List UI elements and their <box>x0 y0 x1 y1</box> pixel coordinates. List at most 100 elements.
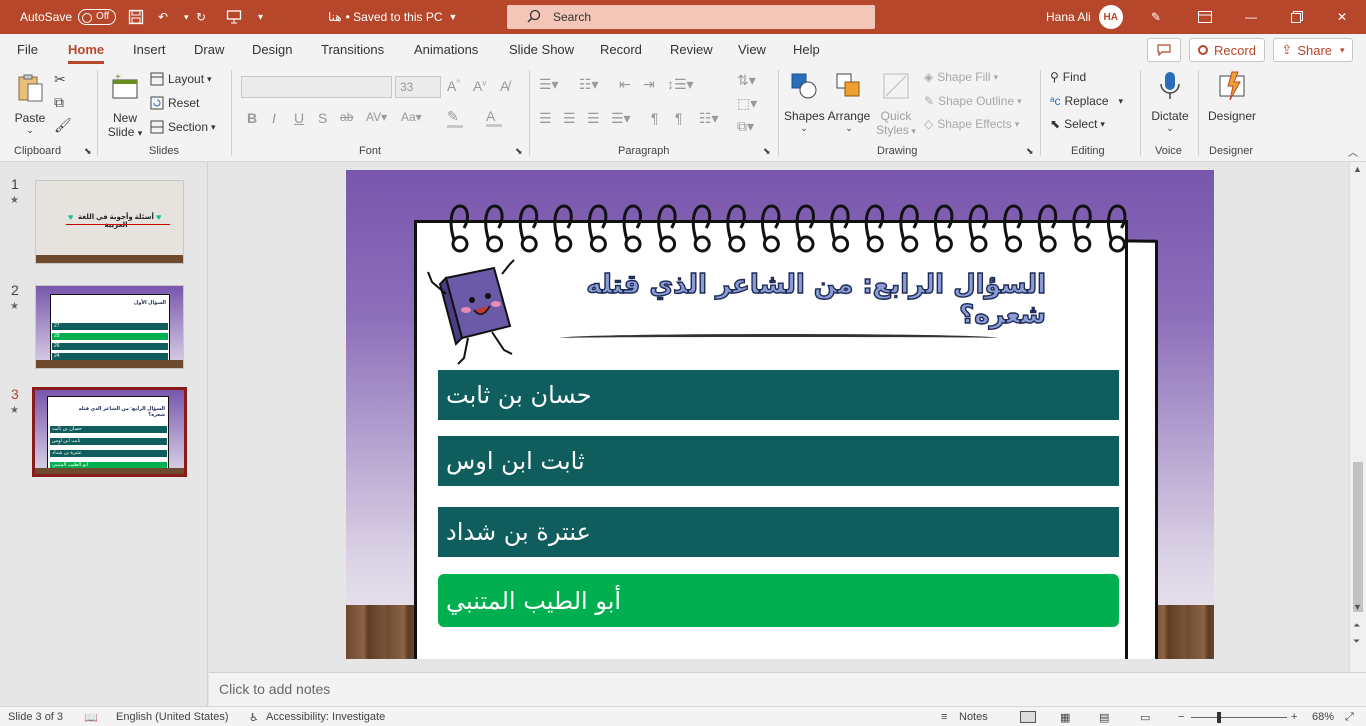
clear-formatting-icon[interactable]: A̸ <box>500 78 509 94</box>
undo-icon[interactable]: ↶ <box>158 0 168 34</box>
section-button[interactable]: Section ▾ <box>150 120 216 134</box>
pen-icon[interactable]: ✎ <box>1151 0 1161 34</box>
cut-icon[interactable]: ✂ <box>54 71 66 88</box>
rtl-icon[interactable]: ¶ <box>675 110 683 126</box>
new-slide-button[interactable]: + New Slide ▾ <box>104 72 146 139</box>
slide-thumbnail-3[interactable]: السؤال الرابع: من الشاعر الذي قتله شعره؟… <box>32 387 187 477</box>
tab-animations[interactable]: Animations <box>414 42 478 57</box>
format-painter-icon[interactable]: 🖌 <box>54 117 72 134</box>
decrease-indent-icon[interactable]: ⇤ <box>619 76 631 93</box>
answer-option-correct[interactable]: أبو الطيب المتنبي <box>438 574 1119 627</box>
normal-view-icon[interactable] <box>1020 711 1036 723</box>
minimize-icon[interactable]: — <box>1245 0 1257 34</box>
select-button[interactable]: ⬉ Select ▾ <box>1050 117 1105 131</box>
quick-styles-button[interactable]: Quick Styles ▾ <box>874 70 918 137</box>
answer-option-3[interactable]: عنترة بن شداد <box>438 507 1119 557</box>
dialog-launcher-icon[interactable]: ⬊ <box>515 146 523 157</box>
tab-slide-show[interactable]: Slide Show <box>509 42 574 57</box>
shadow-button[interactable]: S <box>318 110 327 126</box>
columns-icon[interactable]: ☷▾ <box>699 110 719 127</box>
collapse-ribbon-icon[interactable]: ︿ <box>1348 144 1358 159</box>
arrange-button[interactable]: Arrange ⌄ <box>826 70 872 134</box>
shape-outline-button[interactable]: ✎ Shape Outline ▾ <box>924 94 1022 108</box>
reading-view-icon[interactable]: ▤ <box>1099 711 1109 724</box>
change-case-icon[interactable]: Aa▾ <box>401 110 422 124</box>
tab-home[interactable]: Home <box>68 42 105 64</box>
redo-icon[interactable]: ↻ <box>196 0 206 34</box>
shape-effects-button[interactable]: ◇ Shape Effects ▾ <box>924 117 1019 131</box>
vertical-scrollbar[interactable]: ▲ ▼ ⏶ ⏷ <box>1349 162 1366 672</box>
increase-font-icon[interactable]: A^ <box>447 78 460 94</box>
zoom-out-icon[interactable]: − <box>1178 711 1184 723</box>
fit-slide-icon[interactable]: ⤢ <box>1345 711 1354 724</box>
question-title[interactable]: السؤال الرابع: من الشاعر الذي قتله شعره؟ <box>526 269 1047 330</box>
bold-button[interactable]: B <box>247 110 257 126</box>
ribbon-display-icon[interactable] <box>1198 0 1212 34</box>
zoom-level[interactable]: 68% <box>1312 711 1334 723</box>
align-left-icon[interactable]: ☰ <box>539 110 552 127</box>
share-button[interactable]: ⇪ Share ▾ <box>1273 38 1353 62</box>
dictate-button[interactable]: Dictate ⌄ <box>1148 70 1192 134</box>
tab-draw[interactable]: Draw <box>194 42 224 57</box>
bullets-icon[interactable]: ☰▾ <box>539 76 559 93</box>
previous-slide-icon[interactable]: ⏶ <box>1353 620 1360 631</box>
autosave-toggle[interactable]: Off <box>78 9 117 25</box>
tab-help[interactable]: Help <box>793 42 820 57</box>
search-input[interactable]: Search <box>507 5 875 29</box>
italic-button[interactable]: I <box>272 110 276 126</box>
line-spacing-icon[interactable]: ↕☰▾ <box>667 76 694 93</box>
save-icon[interactable] <box>128 0 144 34</box>
character-spacing-icon[interactable]: AV▾ <box>366 110 387 124</box>
current-slide[interactable]: السؤال الرابع: من الشاعر الذي قتله شعره؟… <box>346 170 1214 659</box>
avatar[interactable]: HA <box>1098 5 1123 29</box>
smartart-icon[interactable]: ⧉▾ <box>737 118 754 135</box>
font-size-combo[interactable]: 33 <box>395 76 441 98</box>
tab-transitions[interactable]: Transitions <box>321 42 384 57</box>
shape-fill-button[interactable]: ◈ Shape Fill ▾ <box>924 70 998 84</box>
tab-insert[interactable]: Insert <box>133 42 166 57</box>
customize-qat-icon[interactable]: ▾ <box>258 0 263 34</box>
numbering-icon[interactable]: ☷▾ <box>579 76 599 93</box>
justify-icon[interactable]: ☰▾ <box>611 110 631 127</box>
decrease-font-icon[interactable]: Av <box>473 78 486 94</box>
shapes-button[interactable]: Shapes ⌄ <box>784 70 825 134</box>
dialog-launcher-icon[interactable]: ⬊ <box>1026 146 1034 157</box>
slide-sorter-icon[interactable]: ▦ <box>1060 711 1070 724</box>
font-color-icon[interactable]: A <box>486 108 502 127</box>
scroll-up-icon[interactable]: ▲ <box>1353 164 1362 174</box>
comments-button[interactable] <box>1147 38 1181 62</box>
tab-record[interactable]: Record <box>600 42 642 57</box>
tab-file[interactable]: File <box>17 42 38 57</box>
strikethrough-button[interactable]: ab <box>340 110 353 124</box>
align-text-icon[interactable]: ⬚▾ <box>737 95 757 112</box>
replace-button[interactable]: ᵃc Replace ▾ <box>1050 94 1123 108</box>
zoom-slider-thumb[interactable] <box>1217 712 1221 723</box>
find-button[interactable]: ⚲ Find <box>1050 70 1086 84</box>
zoom-slider[interactable] <box>1191 717 1287 718</box>
scroll-down-icon[interactable]: ▼ <box>1353 602 1362 612</box>
accessibility-status[interactable]: Accessibility: Investigate <box>266 711 385 723</box>
text-direction-icon[interactable]: ⇅▾ <box>737 72 756 89</box>
align-right-icon[interactable]: ☰ <box>587 110 600 127</box>
tab-view[interactable]: View <box>738 42 766 57</box>
font-family-combo[interactable] <box>241 76 392 98</box>
restore-icon[interactable] <box>1291 0 1303 34</box>
language-status[interactable]: English (United States) <box>116 711 229 723</box>
present-icon[interactable] <box>226 0 242 34</box>
record-button[interactable]: Record <box>1189 38 1265 62</box>
layout-button[interactable]: Layout ▾ <box>150 72 212 86</box>
copy-icon[interactable]: ⧉ <box>54 94 64 111</box>
next-slide-icon[interactable]: ⏷ <box>1353 636 1360 647</box>
notes-pane[interactable]: Click to add notes <box>209 672 1366 706</box>
slideshow-view-icon[interactable]: ▭ <box>1140 711 1150 724</box>
designer-button[interactable]: Designer <box>1206 70 1258 123</box>
dialog-launcher-icon[interactable]: ⬊ <box>763 146 771 157</box>
notes-button[interactable]: Notes <box>959 711 988 723</box>
highlight-color-icon[interactable]: ✎ <box>447 108 463 128</box>
zoom-in-icon[interactable]: + <box>1291 711 1297 723</box>
answer-option-2[interactable]: ثابت ابن اوس <box>438 436 1119 486</box>
tab-review[interactable]: Review <box>670 42 713 57</box>
account[interactable]: Hana Ali HA <box>1046 0 1123 34</box>
undo-dropdown-icon[interactable]: ▾ <box>184 0 189 34</box>
underline-button[interactable]: U <box>294 110 304 126</box>
